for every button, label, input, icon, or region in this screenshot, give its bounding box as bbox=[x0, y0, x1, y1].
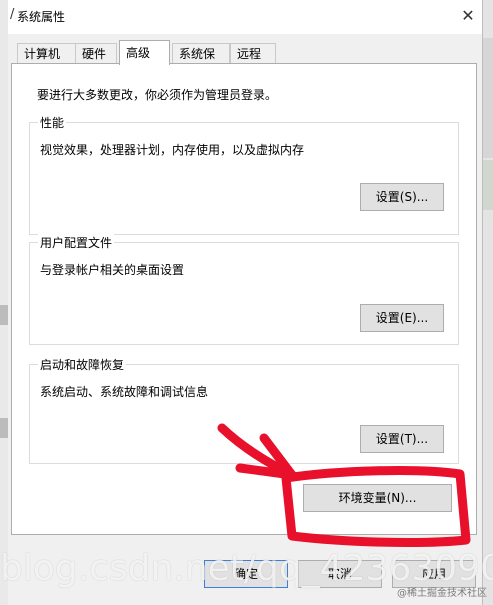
tab-strip: 计算机名 硬件 高级 系统保护 远程 bbox=[8, 40, 482, 81]
environment-variables-button[interactable]: 环境变量(N)... bbox=[303, 484, 452, 512]
tab-advanced[interactable]: 高级 bbox=[119, 40, 170, 65]
background-fragment bbox=[0, 305, 8, 325]
user-profiles-description: 与登录帐户相关的桌面设置 bbox=[40, 263, 185, 277]
background-window-left bbox=[0, 0, 8, 605]
user-profiles-title: 用户配置文件 bbox=[38, 234, 115, 251]
user-profiles-group: 用户配置文件 与登录帐户相关的桌面设置 设置(E)... bbox=[29, 234, 459, 345]
window-title: 系统属性 bbox=[17, 10, 66, 24]
tab-system-protection[interactable]: 系统保护 bbox=[172, 43, 230, 81]
startup-recovery-settings-button[interactable]: 设置(T)... bbox=[360, 425, 444, 453]
close-icon[interactable]: ✕ bbox=[454, 3, 482, 29]
advanced-tab-panel: 要进行大多数更改，你必须作为管理员登录。 性能 视觉效果，处理器计划，内存使用，… bbox=[11, 63, 477, 535]
title-bar-left-glyph: / bbox=[10, 7, 15, 22]
startup-recovery-description: 系统启动、系统故障和调试信息 bbox=[40, 385, 209, 399]
admin-notice: 要进行大多数更改，你必须作为管理员登录。 bbox=[37, 88, 278, 102]
user-profiles-settings-button[interactable]: 设置(E)... bbox=[360, 304, 444, 332]
startup-recovery-group: 启动和故障恢复 系统启动、系统故障和调试信息 设置(T)... bbox=[29, 356, 459, 464]
system-properties-dialog: / 系统属性 ✕ 计算机名 硬件 高级 系统保护 远程 要进行大多数更改，你必须… bbox=[8, 0, 483, 605]
startup-recovery-title: 启动和故障恢复 bbox=[38, 356, 127, 373]
tab-hardware[interactable]: 硬件 bbox=[75, 43, 117, 63]
background-fragment bbox=[483, 160, 493, 210]
title-bar[interactable]: / 系统属性 ✕ bbox=[8, 0, 482, 34]
background-fragment bbox=[483, 38, 493, 158]
background-fragment bbox=[0, 418, 8, 438]
performance-settings-button[interactable]: 设置(S)... bbox=[360, 183, 444, 211]
performance-group: 性能 视觉效果，处理器计划，内存使用，以及虚拟内存 设置(S)... bbox=[29, 114, 459, 235]
performance-description: 视觉效果，处理器计划，内存使用，以及虚拟内存 bbox=[40, 143, 305, 157]
credit-mark: @稀土掘金技术社区 bbox=[397, 588, 487, 599]
tab-remote[interactable]: 远程 bbox=[230, 43, 276, 63]
tab-computer-name[interactable]: 计算机名 bbox=[17, 43, 76, 81]
watermark: blog.csdn.net/qq_42363090 bbox=[0, 548, 493, 589]
performance-title: 性能 bbox=[38, 114, 67, 131]
background-window-right bbox=[482, 0, 493, 605]
